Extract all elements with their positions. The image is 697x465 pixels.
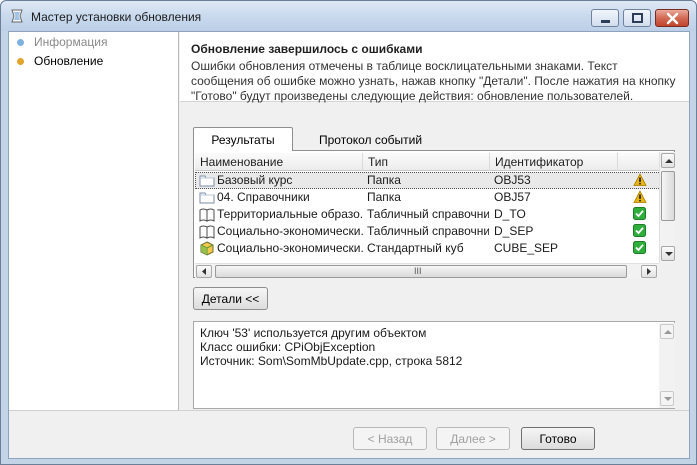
scroll-up-button[interactable] [660,324,674,339]
error-details-box[interactable]: Ключ '53' используется другим объектом К… [193,321,675,409]
book-icon [199,207,215,222]
wizard-client-area: Информация Обновление Обновление заверши… [8,31,690,459]
close-icon [666,12,679,25]
error-source: Источник: Som\SomMbUpdate.cpp, строка 58… [200,354,463,368]
tab-results[interactable]: Результаты [193,127,293,151]
maximize-button[interactable] [623,9,651,27]
chevron-up-icon [665,159,673,163]
cell-type: Табличный справочник [367,224,489,238]
cell-name: Территориальные образо... [217,207,363,221]
cell-type: Папка [367,173,401,187]
table-row[interactable]: Территориальные образо... Табличный спра… [195,206,661,223]
table-row[interactable]: 04. Справочники Папка OBJ57 [195,189,661,206]
scroll-grip: III [414,266,422,276]
cell-type: Стандартный куб [367,241,464,255]
column-header-type[interactable]: Тип [363,153,490,171]
cell-name: 04. Справочники [217,190,310,204]
scroll-down-button[interactable] [661,246,675,261]
cell-id: OBJ53 [494,173,531,187]
warning-icon [633,173,647,189]
maximize-icon [632,13,643,23]
close-button[interactable] [655,9,689,27]
wizard-window: Мастер установки обновления Информация О… [0,0,697,465]
step-done-dot-icon [17,39,24,46]
minimize-button[interactable] [591,9,619,27]
done-button[interactable]: Готово [521,427,595,450]
results-panel: Наименование Тип Идентификатор Базовый к… [193,150,675,278]
grid-header: Наименование Тип Идентификатор [195,153,661,171]
book-icon [199,224,215,239]
error-message: Ключ '53' используется другим объектом [200,326,427,340]
details-vertical-scrollbar[interactable] [659,323,675,408]
cell-id: D_SEP [494,224,534,238]
chevron-down-icon [665,252,673,256]
wizard-footer: < Назад Далее > Готово [9,410,689,458]
scroll-thumb[interactable] [661,171,675,221]
scroll-corner [659,263,675,278]
page-title: Обновление завершилось с ошибками [191,42,423,56]
grid-vertical-scrollbar[interactable] [659,152,675,263]
column-header-status[interactable] [618,153,661,171]
error-class: Класс ошибки: CPiObjException [200,340,376,354]
title-bar[interactable]: Мастер установки обновления [1,1,696,31]
column-header-name[interactable]: Наименование [195,153,363,171]
cell-type: Табличный справочник [367,207,489,221]
chevron-left-icon [202,268,206,275]
installer-icon [9,8,25,24]
ok-check-icon [633,207,647,223]
steps-sidebar: Информация Обновление [9,32,179,410]
folder-icon [199,190,215,205]
page-header: Обновление завершилось с ошибками Ошибки… [180,32,689,103]
cell-id: D_TO [494,207,526,221]
cell-type: Папка [367,190,401,204]
tab-event-log[interactable]: Протокол событий [307,129,425,151]
cell-id: OBJ57 [494,190,531,204]
next-button[interactable]: Далее > [436,427,510,450]
table-row[interactable]: Социально-экономически... Стандартный ку… [195,240,661,257]
chevron-down-icon [664,397,672,401]
table-row[interactable]: Социально-экономически... Табличный спра… [195,223,661,240]
chevron-right-icon [647,268,651,275]
column-header-id[interactable]: Идентификатор [490,153,618,171]
cell-name: Социально-экономически... [217,224,363,238]
step-current-dot-icon [17,58,24,65]
minimize-icon [601,20,610,23]
grid-horizontal-scrollbar[interactable]: III [195,263,659,278]
results-grid[interactable]: Наименование Тип Идентификатор Базовый к… [195,153,661,263]
warning-icon [633,190,647,206]
scroll-down-button[interactable] [660,391,674,406]
step-label: Информация [34,35,108,49]
scroll-left-button[interactable] [196,265,212,278]
cell-name: Социально-экономически... [217,241,363,255]
chevron-up-icon [664,330,672,334]
window-title: Мастер установки обновления [31,10,202,24]
folder-icon [199,173,215,188]
scroll-thumb[interactable]: III [215,265,627,278]
scroll-right-button[interactable] [641,265,657,278]
scroll-up-button[interactable] [661,153,675,168]
cell-id: CUBE_SEP [494,241,559,255]
step-label: Обновление [34,54,104,68]
back-button[interactable]: < Назад [353,427,427,450]
main-panel: Обновление завершилось с ошибками Ошибки… [180,32,689,410]
table-row[interactable]: Базовый курс Папка OBJ53 [195,172,661,189]
ok-check-icon [633,241,647,257]
cube-icon [199,241,215,256]
page-description: Ошибки обновления отмечены в таблице вос… [191,59,676,103]
ok-check-icon [633,224,647,240]
cell-name: Базовый курс [217,173,293,187]
details-button[interactable]: Детали << [193,287,268,310]
